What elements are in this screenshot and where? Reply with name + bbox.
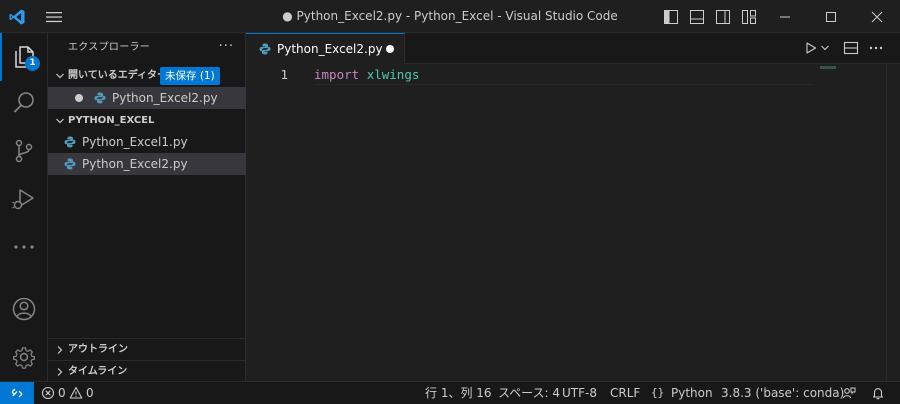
gear-icon [13, 347, 36, 369]
folder-section[interactable]: PYTHON_EXCEL [48, 110, 246, 132]
toggle-secondary-sidebar-icon[interactable] [714, 8, 732, 26]
title-bar: ● Python_Excel2.py - Python_Excel - Visu… [0, 0, 900, 33]
file-item-python-excel2[interactable]: Python_Excel2.py [48, 153, 246, 175]
open-editor-item[interactable]: Python_Excel2.py [48, 87, 246, 109]
python-file-icon [94, 92, 106, 104]
more-views-button[interactable] [0, 223, 48, 271]
folder-label: PYTHON_EXCEL [68, 115, 155, 126]
close-button[interactable] [854, 0, 900, 33]
run-debug-button[interactable] [0, 175, 48, 223]
chevron-down-icon [53, 110, 67, 132]
tab-label: Python_Excel2.py [277, 42, 383, 56]
outline-section[interactable]: アウトライン [48, 338, 246, 360]
window-title: ● Python_Excel2.py - Python_Excel - Visu… [282, 9, 618, 23]
tab-python-excel2[interactable]: Python_Excel2.py [246, 33, 405, 64]
explorer-badge: 1 [25, 56, 40, 71]
search-button[interactable] [0, 79, 48, 127]
manage-button[interactable] [0, 333, 48, 381]
code-line[interactable]: import xlwings [314, 66, 419, 84]
customize-layout-icon[interactable] [740, 8, 758, 26]
toggle-panel-icon[interactable] [688, 8, 706, 26]
run-dropdown-button[interactable] [819, 39, 831, 57]
line-number: 1 [280, 67, 288, 82]
chevron-right-icon [53, 339, 67, 361]
code-keyword: import [314, 67, 360, 82]
toggle-primary-sidebar-icon[interactable] [662, 8, 680, 26]
chevron-down-icon [53, 65, 67, 87]
maximize-icon [826, 11, 836, 22]
python-file-icon [259, 43, 271, 55]
account-icon [12, 297, 36, 321]
play-icon [806, 42, 817, 54]
vscode-logo-icon [9, 9, 25, 25]
python-file-icon [64, 158, 76, 170]
open-editor-name: Python_Excel2.py [112, 91, 218, 105]
search-icon [13, 92, 34, 113]
modified-dot-icon[interactable] [75, 94, 83, 102]
warning-count[interactable]: 0 [86, 382, 94, 404]
open-editors-section[interactable]: 開いているエディター 未保存 (1) [48, 65, 246, 87]
file-name: Python_Excel2.py [82, 157, 188, 171]
editor-tab-bar: Python_Excel2.py [246, 33, 900, 64]
run-debug-icon [12, 189, 34, 210]
code-editor[interactable]: 1 import xlwings [246, 64, 900, 381]
cursor-position[interactable]: 行 1、列 16 [425, 382, 492, 404]
explorer-sidebar: エクスプローラー ··· 開いているエディター 未保存 (1) Python_E… [48, 33, 246, 381]
error-count[interactable]: 0 [58, 382, 66, 404]
warning-icon[interactable] [69, 386, 83, 400]
remote-indicator-button[interactable] [0, 382, 34, 404]
encoding-setting[interactable]: UTF-8 [562, 382, 597, 404]
more-horizontal-icon [14, 245, 34, 249]
code-module: xlwings [366, 67, 420, 82]
feedback-icon[interactable] [842, 386, 856, 400]
accounts-button[interactable] [0, 285, 48, 333]
indentation-setting[interactable]: スペース: 4 [498, 382, 560, 404]
timeline-section[interactable]: タイムライン [48, 360, 246, 382]
remote-icon [11, 388, 23, 398]
error-icon[interactable] [41, 386, 55, 400]
current-line-highlight [314, 84, 814, 85]
sidebar-title: エクスプローラー [68, 42, 151, 53]
bell-icon[interactable] [871, 386, 885, 400]
maximize-button[interactable] [808, 0, 854, 33]
more-horizontal-icon [869, 46, 883, 50]
activity-bar: 1 [0, 33, 48, 381]
run-python-file-button[interactable] [802, 39, 820, 57]
close-icon [871, 11, 883, 22]
source-control-button[interactable] [0, 127, 48, 175]
status-bar: 0 0 行 1、列 16 スペース: 4 UTF-8 CRLF {} Pytho… [0, 381, 900, 404]
outline-label: アウトライン [68, 344, 128, 355]
language-mode[interactable]: Python [671, 382, 713, 404]
sidebar-more-actions[interactable]: ··· [219, 33, 234, 61]
minimize-icon [780, 16, 790, 17]
tab-modified-dot-icon[interactable] [386, 45, 394, 53]
menu-icon[interactable] [44, 9, 64, 25]
chevron-right-icon [53, 361, 67, 383]
eol-setting[interactable]: CRLF [610, 382, 640, 404]
python-interpreter[interactable]: 3.8.3 ('base': conda) [721, 382, 844, 404]
minimap[interactable] [820, 66, 836, 69]
split-editor-icon [843, 41, 859, 55]
sidebar-header: エクスプローラー ··· [48, 33, 246, 63]
editor-more-actions-button[interactable] [867, 39, 885, 57]
explorer-button[interactable]: 1 [0, 33, 48, 81]
chevron-down-icon [821, 45, 829, 51]
timeline-label: タイムライン [68, 366, 128, 377]
python-file-icon [64, 136, 76, 148]
split-editor-button[interactable] [842, 39, 860, 57]
vertical-scrollbar[interactable] [886, 64, 900, 381]
source-control-icon [15, 139, 33, 163]
braces-icon[interactable]: {} [651, 382, 664, 404]
open-editors-label: 開いているエディター [68, 70, 167, 81]
unsaved-badge: 未保存 (1) [160, 67, 220, 85]
file-item-python-excel1[interactable]: Python_Excel1.py [48, 131, 246, 153]
minimize-button[interactable] [762, 0, 808, 33]
file-name: Python_Excel1.py [82, 135, 188, 149]
